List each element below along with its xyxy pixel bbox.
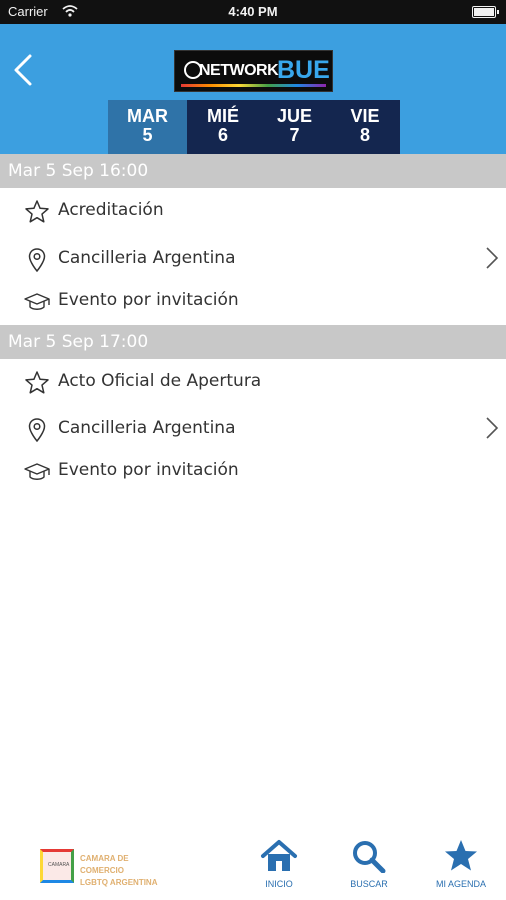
session-title-row[interactable]: Acto Oficial de Apertura: [0, 362, 506, 404]
location-pin-icon: [28, 248, 46, 273]
tab-day-number: 5: [142, 125, 153, 145]
session-type-row: Evento por invitación: [0, 451, 506, 493]
nav-buscar-label: BUSCAR: [350, 879, 388, 889]
chevron-left-icon: [14, 54, 32, 86]
session-title-row[interactable]: Acreditación: [0, 191, 506, 233]
tab-weekday: MIÉ: [206, 106, 239, 126]
logo-bue-text: BUE: [277, 56, 330, 84]
session-type: Evento por invitación: [58, 290, 239, 310]
nav-mi-agenda-label: MI AGENDA: [435, 879, 486, 889]
search-icon: [353, 841, 386, 873]
nav-inicio-label: INICIO: [265, 879, 293, 889]
session-time-header: Mar 5 Sep 17:00: [0, 325, 506, 359]
star-icon: [445, 840, 477, 871]
tab-day-number: 8: [359, 125, 370, 145]
sponsor-line-2: LGBTQ ARGENTINA: [80, 878, 158, 887]
tab-weekday: MAR: [127, 106, 168, 126]
location-pin-icon: [28, 418, 46, 443]
tab-weekday: JUE: [276, 106, 312, 126]
session-title: Acto Oficial de Apertura: [58, 371, 262, 391]
nav-buscar[interactable]: BUSCAR: [334, 839, 404, 897]
chevron-right-icon: [486, 417, 499, 439]
battery-icon: [472, 6, 499, 18]
graduation-cap-icon: [24, 293, 50, 310]
bottom-tab-bar: CAMARA CAMARA DE COMERCIO LGBTQ ARGENTIN…: [0, 825, 506, 900]
tab-day-vie-8[interactable]: VIE 8: [330, 100, 400, 154]
home-icon: [261, 840, 297, 871]
star-outline-icon: [25, 371, 49, 394]
session-type-row: Evento por invitación: [0, 281, 506, 323]
camara-comercio-logo: CAMARA: [40, 849, 74, 883]
logo-rainbow-stripe: [181, 84, 326, 87]
camara-logo-mark: CAMARA: [48, 862, 70, 868]
sponsor-line-1: CAMARA DE COMERCIO: [80, 854, 129, 875]
app-header: NETWORK BUE MAR 5 MIÉ 6 JUE 7 VIE 8: [0, 24, 506, 154]
tab-day-number: 6: [217, 125, 228, 145]
session-location-row[interactable]: Cancilleria Argentina: [0, 239, 506, 281]
status-time: 4:40 PM: [228, 4, 278, 19]
session-time-header: Mar 5 Sep 16:00: [0, 154, 506, 188]
tab-day-mar-5[interactable]: MAR 5: [108, 100, 187, 154]
session-title: Acreditación: [58, 200, 164, 220]
nav-inicio[interactable]: INICIO: [244, 839, 314, 897]
camara-comercio-text: CAMARA DE COMERCIO LGBTQ ARGENTINA: [80, 853, 170, 889]
tab-day-jue-7[interactable]: JUE 7: [259, 100, 330, 154]
network-bue-logo: NETWORK BUE: [174, 50, 333, 92]
session-location: Cancilleria Argentina: [58, 418, 236, 438]
tab-day-number: 7: [289, 125, 300, 145]
day-tabs: MAR 5 MIÉ 6 JUE 7 VIE 8: [108, 100, 400, 154]
chevron-right-icon: [486, 247, 499, 269]
graduation-cap-icon: [24, 463, 50, 480]
session-location-row[interactable]: Cancilleria Argentina: [0, 409, 506, 451]
logo-network-text: NETWORK: [199, 62, 279, 79]
tab-weekday: VIE: [350, 106, 380, 126]
session-location: Cancilleria Argentina: [58, 248, 236, 268]
nav-mi-agenda[interactable]: MI AGENDA: [426, 839, 496, 897]
star-outline-icon: [25, 200, 49, 223]
session-type: Evento por invitación: [58, 460, 239, 480]
back-button[interactable]: [8, 50, 40, 90]
tab-day-mie-6[interactable]: MIÉ 6: [187, 100, 259, 154]
status-bar: Carrier 4:40 PM: [0, 0, 506, 24]
